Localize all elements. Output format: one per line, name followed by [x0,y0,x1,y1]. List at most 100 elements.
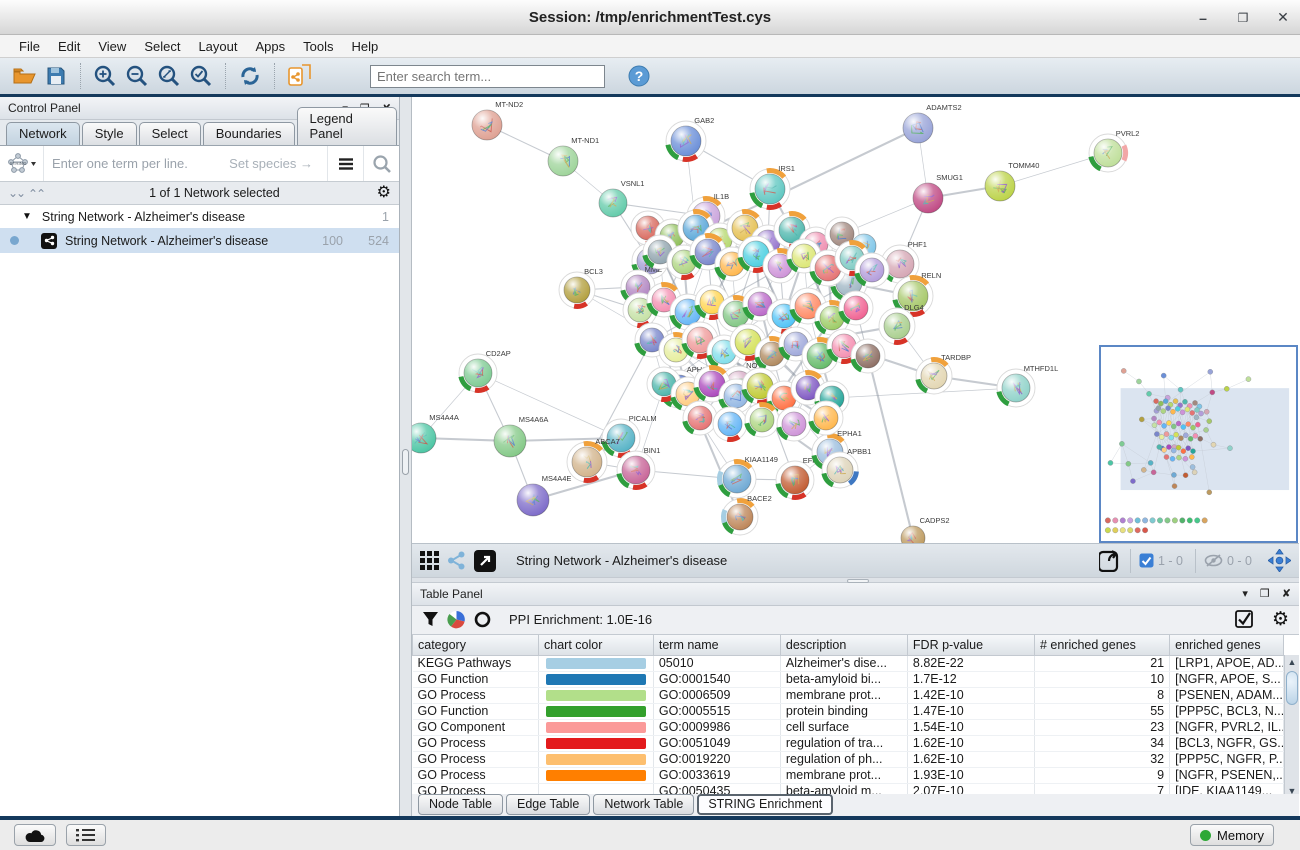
menu-item-file[interactable]: File [10,37,49,56]
table-row[interactable]: GO ComponentGO:0009986cell surface1.54E-… [413,719,1284,735]
network-node[interactable] [713,407,747,441]
network-node[interactable]: IRS1 [750,164,795,209]
selected-checkbox-icon[interactable] [1139,553,1154,568]
menu-item-select[interactable]: Select [135,37,189,56]
column-header-category[interactable]: category [413,635,539,655]
close-panel-icon[interactable]: ✘ [1282,587,1291,600]
clear-charts-button[interactable] [474,611,491,628]
network-node[interactable]: VSNL1 [599,179,644,217]
scroll-down-arrow[interactable]: ▼ [1285,784,1299,794]
menu-item-edit[interactable]: Edit [49,37,89,56]
table-row[interactable]: GO ProcessGO:0051049regulation of tra...… [413,735,1284,751]
column-header-term-name[interactable]: term name [653,635,780,655]
string-share-button[interactable] [447,551,466,570]
maximize-button[interactable]: ❐ [1234,11,1252,25]
menu-item-help[interactable]: Help [343,37,388,56]
tab-network[interactable]: Network [6,122,80,145]
birdseye-view[interactable] [1099,345,1298,543]
scroll-thumb[interactable] [1286,671,1298,705]
panel-splitter-horizontal[interactable] [412,577,1299,583]
network-canvas[interactable]: MT-ND2MT-ND1VSNL1GAB2IRS1IL1BADAMTS2PVRL… [412,97,1299,543]
network-node[interactable]: MT-ND1 [548,136,599,176]
network-node[interactable]: PVRL2 [1089,129,1139,172]
table-row[interactable]: GO ProcessGO:0006509membrane prot...1.42… [413,687,1284,703]
network-node[interactable]: DLG4 [879,303,924,344]
column-header--enriched-genes[interactable]: # enriched genes [1034,635,1169,655]
network-node[interactable]: MTHFD1L [997,364,1058,407]
table-row[interactable]: GO FunctionGO:0005515protein binding1.47… [413,703,1284,719]
export-network-button[interactable] [283,61,315,91]
panel-menu-icon[interactable]: ▾ [1242,587,1248,600]
help-button[interactable]: ? [623,61,655,91]
network-node[interactable] [777,407,811,441]
tab-edge-table[interactable]: Edge Table [506,794,590,815]
birdseye-toggle-button[interactable] [1268,549,1291,572]
column-header-chart-color[interactable]: chart color [539,635,654,655]
network-node[interactable] [745,403,779,437]
table-row[interactable]: KEGG Pathways05010Alzheimer's dise...8.8… [413,655,1284,671]
network-collection-row[interactable]: ▼ String Network - Alzheimer's disease 1 [0,205,399,228]
zoom-in-button[interactable] [89,61,121,91]
table-row[interactable]: GO FunctionGO:0001540beta-amyloid bi...1… [413,671,1284,687]
network-node[interactable] [855,253,889,287]
network-options-gear-icon[interactable]: ⚙ [377,185,391,201]
close-button[interactable]: ✕ [1274,9,1292,26]
tab-string-enrichment[interactable]: STRING Enrichment [697,794,833,815]
menu-item-layout[interactable]: Layout [189,37,246,56]
task-history-button[interactable] [66,824,106,846]
export-view-button[interactable] [1099,549,1122,572]
filter-button[interactable] [422,611,439,628]
column-header-FDR-p-value[interactable]: FDR p-value [907,635,1034,655]
network-node[interactable]: GAB2 [666,116,714,161]
scroll-up-arrow[interactable]: ▲ [1285,655,1299,669]
save-session-button[interactable] [40,61,72,91]
table-row[interactable]: GO ProcessGO:0050435beta-amyloid m...2.0… [413,783,1284,794]
tab-node-table[interactable]: Node Table [418,794,503,815]
tab-style[interactable]: Style [82,122,137,145]
network-node[interactable]: KIAA1149 [718,455,778,498]
network-node[interactable] [851,339,885,373]
splitter-grip[interactable] [847,579,869,583]
grid-view-button[interactable] [420,551,439,570]
column-header-enriched-genes[interactable]: enriched genes [1170,635,1284,655]
network-node[interactable] [839,291,873,325]
splitter-grip[interactable] [402,449,409,475]
menu-item-tools[interactable]: Tools [294,37,342,56]
network-node[interactable]: ABCA7 [567,437,620,482]
zoom-fit-button[interactable] [153,61,185,91]
network-node[interactable] [683,401,717,435]
tab-network-table[interactable]: Network Table [593,794,694,815]
refresh-button[interactable] [234,61,266,91]
search-input[interactable] [370,65,605,88]
zoom-out-button[interactable] [121,61,153,91]
panel-splitter-vertical[interactable] [400,97,412,816]
network-node[interactable]: CD2AP [459,349,511,392]
network-node[interactable]: MS4A4A [412,413,459,453]
network-node[interactable]: TARDBP [916,353,971,394]
network-node[interactable]: MS4A6A [494,415,548,457]
zoom-selected-button[interactable] [185,61,217,91]
network-node[interactable]: MT-ND2 [472,100,523,140]
menu-item-view[interactable]: View [89,37,135,56]
network-node[interactable] [809,401,843,435]
float-panel-icon[interactable]: ❒ [1260,587,1270,600]
network-node[interactable]: ADAMTS2 [903,103,962,143]
network-node[interactable]: BACE2 [722,494,772,535]
enrichment-settings-gear-icon[interactable]: ⚙ [1272,610,1289,629]
network-node[interactable]: BCL3 [559,267,603,308]
network-node[interactable]: TOMM40 [985,161,1039,201]
minimize-button[interactable]: – [1194,10,1212,26]
hidden-eye-icon[interactable] [1204,553,1223,568]
draw-charts-button[interactable] [447,610,466,629]
collapse-all-icon[interactable]: ⌄⌄ [30,186,46,200]
menu-item-apps[interactable]: Apps [247,37,295,56]
memory-button[interactable]: Memory [1190,824,1274,846]
tab-boundaries[interactable]: Boundaries [203,122,295,145]
tab-select[interactable]: Select [139,122,201,145]
column-header-description[interactable]: description [780,635,907,655]
cloud-sync-button[interactable] [14,824,56,846]
string-query-input[interactable]: Enter one term per line. [44,156,229,171]
string-protein-query-dropdown[interactable]: STRING [0,146,44,181]
collapse-triangle-icon[interactable]: ▼ [22,211,32,222]
string-options-button[interactable] [327,146,363,181]
